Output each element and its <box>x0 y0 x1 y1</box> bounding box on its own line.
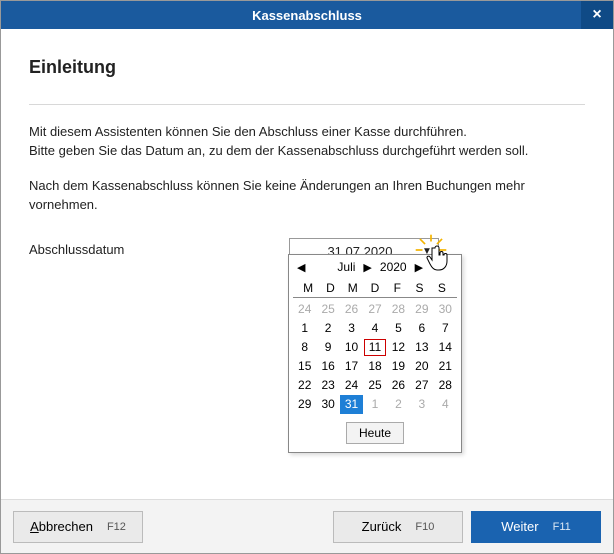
calendar-year-label[interactable]: 2020 <box>380 260 407 274</box>
cancel-label: Abbrechen <box>30 519 93 534</box>
calendar-day-cell[interactable]: 27 <box>410 376 433 395</box>
back-label: Zurück <box>362 519 402 534</box>
next-shortcut: F11 <box>553 521 571 533</box>
calendar-month-label[interactable]: Juli <box>337 260 355 274</box>
wizard-content: Einleitung Mit diesem Assistenten können… <box>1 29 613 272</box>
next-year-button[interactable]: ▶ <box>413 261 425 274</box>
calendar-day-cell[interactable]: 30 <box>316 395 339 414</box>
calendar-day-cell[interactable]: 4 <box>363 319 386 338</box>
calendar-weekday-cell: M <box>297 279 319 297</box>
calendar-weekday-cell: M <box>342 279 364 297</box>
calendar-day-cell[interactable]: 19 <box>387 357 410 376</box>
calendar-weekday-cell: S <box>408 279 430 297</box>
close-icon: × <box>592 6 601 24</box>
calendar-day-cell[interactable]: 28 <box>387 300 410 319</box>
calendar-day-cell[interactable]: 7 <box>434 319 457 338</box>
calendar-day-cell[interactable]: 1 <box>363 395 386 414</box>
next-month-button[interactable]: ▶ <box>361 261 373 274</box>
intro-text-1: Mit diesem Assistenten können Sie den Ab… <box>29 123 585 161</box>
calendar-day-cell[interactable]: 3 <box>340 319 363 338</box>
intro-line-2: Bitte geben Sie das Datum an, zu dem der… <box>29 142 585 161</box>
calendar-weekday-row: MDMDFSS <box>293 279 457 298</box>
calendar-day-cell[interactable]: 27 <box>363 300 386 319</box>
calendar-day-cell[interactable]: 28 <box>434 376 457 395</box>
calendar-day-cell[interactable]: 18 <box>363 357 386 376</box>
calendar-day-cell[interactable]: 25 <box>363 376 386 395</box>
date-field-label: Abschlussdatum <box>29 238 289 257</box>
calendar-footer: Heute <box>289 416 461 452</box>
calendar-day-cell[interactable]: 2 <box>316 319 339 338</box>
calendar-weekday-cell: S <box>431 279 453 297</box>
calendar-day-cell[interactable]: 20 <box>410 357 433 376</box>
calendar-day-cell[interactable]: 26 <box>387 376 410 395</box>
close-button[interactable]: × <box>581 1 613 29</box>
calendar-day-cell[interactable]: 3 <box>410 395 433 414</box>
calendar-weekday-cell: F <box>386 279 408 297</box>
intro-text-2: Nach dem Kassenabschluss können Sie kein… <box>29 177 585 215</box>
calendar-day-cell[interactable]: 17 <box>340 357 363 376</box>
prev-month-button[interactable]: ◀ <box>295 261 307 274</box>
calendar-day-cell[interactable]: 24 <box>340 376 363 395</box>
today-button[interactable]: Heute <box>346 422 404 444</box>
calendar-day-cell[interactable]: 2 <box>387 395 410 414</box>
titlebar: Kassenabschluss × <box>1 1 613 29</box>
calendar-day-cell[interactable]: 30 <box>434 300 457 319</box>
calendar-day-cell[interactable]: 26 <box>340 300 363 319</box>
calendar-day-cell[interactable]: 21 <box>434 357 457 376</box>
calendar-day-cell[interactable]: 31 <box>340 395 363 414</box>
calendar-day-cell[interactable]: 16 <box>316 357 339 376</box>
calendar-day-cell[interactable]: 22 <box>293 376 316 395</box>
intro-line-1: Mit diesem Assistenten können Sie den Ab… <box>29 123 585 142</box>
wizard-footer: Abbrechen F12 Zurück F10 Weiter F11 <box>1 499 613 553</box>
window-title: Kassenabschluss <box>252 8 362 23</box>
calendar-day-cell[interactable]: 9 <box>316 338 339 357</box>
calendar-day-cell[interactable]: 29 <box>293 395 316 414</box>
calendar-day-cell[interactable]: 23 <box>316 376 339 395</box>
calendar-header: ◀ Juli ▶ 2020 ▶ <box>289 255 461 279</box>
page-heading: Einleitung <box>29 57 585 78</box>
calendar-day-cell[interactable]: 14 <box>434 338 457 357</box>
calendar-grid: 2425262728293012345678910111213141516171… <box>289 300 461 416</box>
calendar-day-cell[interactable]: 4 <box>434 395 457 414</box>
calendar-day-cell[interactable]: 13 <box>410 338 433 357</box>
back-shortcut: F10 <box>415 521 434 533</box>
calendar-weekday-cell: D <box>364 279 386 297</box>
calendar-day-cell[interactable]: 12 <box>387 338 410 357</box>
calendar-day-cell[interactable]: 8 <box>293 338 316 357</box>
calendar-day-cell[interactable]: 15 <box>293 357 316 376</box>
calendar-day-cell[interactable]: 10 <box>340 338 363 357</box>
calendar-weekday-cell: D <box>319 279 341 297</box>
cancel-button[interactable]: Abbrechen F12 <box>13 511 143 543</box>
calendar-day-cell[interactable]: 6 <box>410 319 433 338</box>
next-label: Weiter <box>501 519 538 534</box>
calendar-day-cell[interactable]: 1 <box>293 319 316 338</box>
calendar-day-cell[interactable]: 24 <box>293 300 316 319</box>
divider <box>29 104 585 105</box>
cancel-shortcut: F12 <box>107 521 126 533</box>
calendar-day-cell[interactable]: 25 <box>316 300 339 319</box>
calendar-popup[interactable]: ◀ Juli ▶ 2020 ▶ MDMDFSS 2425262728293012… <box>288 254 462 453</box>
next-button[interactable]: Weiter F11 <box>471 511 601 543</box>
calendar-day-cell[interactable]: 11 <box>363 338 386 357</box>
calendar-day-cell[interactable]: 5 <box>387 319 410 338</box>
calendar-day-cell[interactable]: 29 <box>410 300 433 319</box>
back-button[interactable]: Zurück F10 <box>333 511 463 543</box>
